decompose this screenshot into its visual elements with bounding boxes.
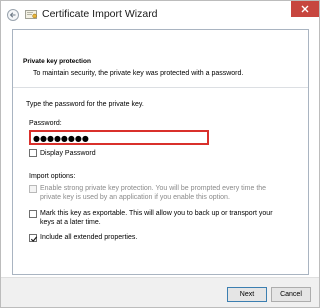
display-password-checkbox[interactable] — [29, 149, 37, 157]
strong-protection-checkbox[interactable] — [29, 185, 37, 193]
page-header: Private key protection To maintain secur… — [13, 30, 308, 88]
section-description: To maintain security, the private key wa… — [33, 70, 244, 77]
close-button[interactable] — [291, 1, 319, 17]
display-password-label: Display Password — [40, 150, 96, 157]
wizard-page: Private key protection To maintain secur… — [12, 29, 309, 275]
certificate-icon — [25, 10, 37, 19]
extended-properties-label: Include all extended properties. — [40, 234, 138, 241]
strong-protection-label-line1: Enable strong private key protection. Yo… — [40, 185, 267, 192]
import-options-label: Import options: — [29, 173, 76, 180]
strong-protection-label-line2: private key is used by an application if… — [40, 194, 230, 201]
back-button[interactable] — [7, 9, 19, 21]
wizard-window: Certificate Import Wizard Private key pr… — [0, 0, 320, 308]
title-bar: Certificate Import Wizard — [1, 1, 319, 27]
next-button[interactable]: Next — [227, 287, 267, 302]
close-icon — [301, 5, 309, 13]
password-input[interactable] — [33, 133, 205, 143]
cancel-button[interactable]: Cancel — [271, 287, 311, 302]
exportable-label-line2: keys at a later time. — [40, 219, 101, 226]
exportable-label-line1: Mark this key as exportable. This will a… — [40, 210, 273, 217]
extended-properties-checkbox[interactable] — [29, 234, 38, 242]
section-title: Private key protection — [23, 58, 91, 65]
window-title: Certificate Import Wizard — [42, 8, 158, 20]
checkmark-icon — [30, 236, 38, 242]
back-arrow-icon — [9, 12, 16, 18]
password-field-frame — [29, 130, 209, 145]
intro-text: Type the password for the private key. — [26, 101, 144, 108]
password-label: Password: — [29, 120, 62, 127]
exportable-checkbox[interactable] — [29, 210, 37, 218]
wizard-footer: Next Cancel — [1, 277, 319, 307]
